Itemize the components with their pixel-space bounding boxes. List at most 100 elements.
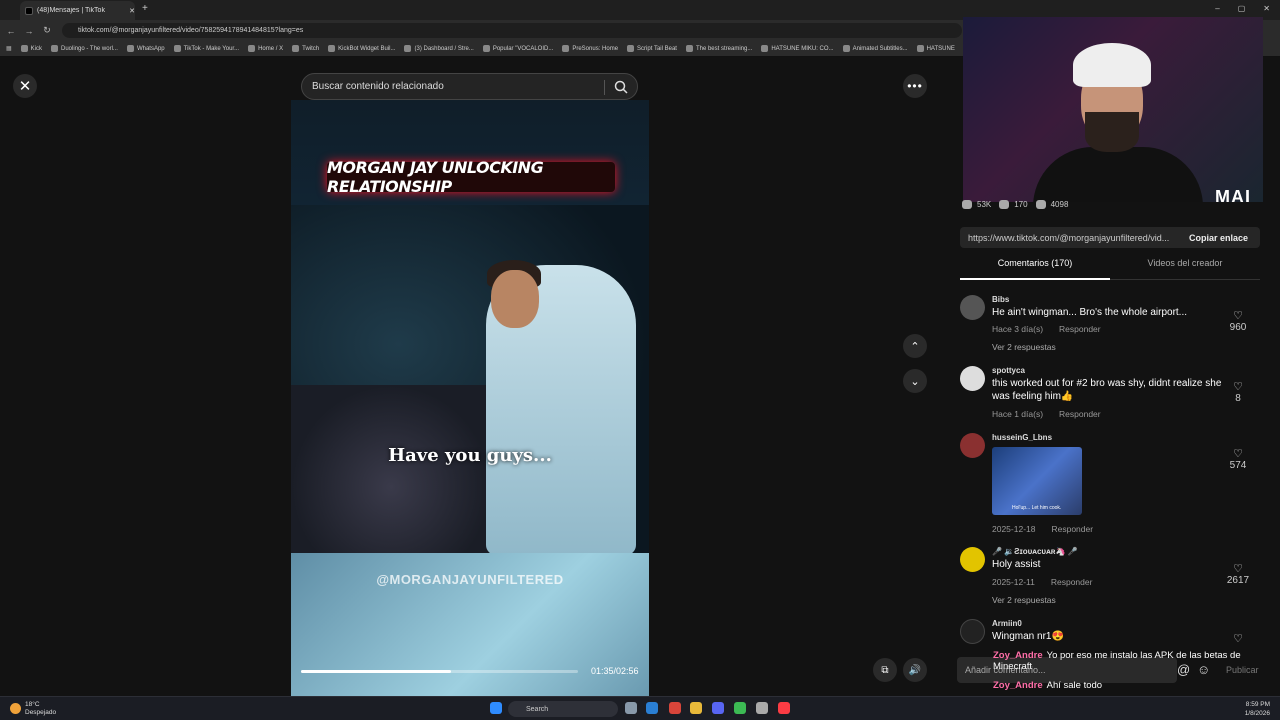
reply-button[interactable]: Responder [1059, 409, 1101, 419]
window-controls: – ▢ ✕ [1215, 4, 1270, 13]
heart-outline-icon: ♡ [1233, 633, 1243, 645]
reply-button[interactable]: Responder [1051, 577, 1093, 587]
taskbar-clock[interactable]: 8:59 PM 1/8/2026 [1245, 700, 1270, 718]
avatar[interactable] [960, 295, 985, 320]
reply-button[interactable]: Responder [1059, 324, 1101, 334]
settings-icon[interactable] [756, 702, 768, 714]
comment-username[interactable]: husseinG_Lbns [992, 433, 1052, 442]
url-field[interactable]: tiktok.com/@morganjayunfiltered/video/75… [62, 23, 962, 38]
sun-icon [10, 703, 21, 714]
comment-like[interactable]: ♡ [1223, 632, 1253, 645]
bookmark-item[interactable]: Popular "VOCALOID... [482, 45, 553, 52]
file-explorer-icon[interactable] [690, 702, 702, 714]
back-icon[interactable]: ← [4, 24, 18, 38]
bookmark-item[interactable]: Kick [20, 45, 43, 52]
avatar[interactable] [960, 366, 985, 391]
related-search-input[interactable]: Buscar contenido relacionado [301, 73, 638, 100]
saves-stat[interactable]: 4098 [1035, 200, 1068, 209]
comment-username[interactable]: 🎤 🔉Ƨɪᴏᴜᴀᴄᴜᴀʀ🦄 🎤 [992, 547, 1078, 556]
comment-like[interactable]: ♡ 8 [1223, 380, 1253, 404]
bookmark-item[interactable]: TikTok - Make Your... [173, 45, 239, 52]
bookmark-item[interactable]: Duolingo - The worl... [51, 45, 118, 52]
comment-gif[interactable]: Hol'up... Let him cook. [992, 447, 1082, 515]
video-progress-bar[interactable] [301, 670, 578, 673]
more-options-button[interactable]: ••• [903, 74, 927, 98]
reload-icon[interactable]: ↻ [40, 24, 54, 38]
chrome-icon[interactable] [734, 702, 746, 714]
pip-icon[interactable]: ⧉ [873, 658, 897, 682]
panel-tabs: Comentarios (170) Videos del creador [960, 258, 1260, 280]
bookmark-icon [627, 45, 635, 52]
taskbar-search[interactable]: Search [508, 701, 618, 717]
bookmark-item[interactable]: WhatsApp [126, 45, 165, 52]
video-progress-fill [301, 670, 451, 673]
comment-item: Bibs He ain't wingman... Bro's the whole… [960, 295, 1265, 355]
tab-close-icon[interactable]: ✕ [129, 7, 135, 15]
browser-tab[interactable]: (48)Mensajes | TikTok ✕ [20, 1, 135, 20]
bookmark-item[interactable]: (3) Dashboard / Stre... [404, 45, 474, 52]
bookmark-item[interactable]: Animated Subtitles... [842, 45, 908, 52]
tiktok-favicon-icon [25, 6, 33, 15]
maximize-icon[interactable]: ▢ [1238, 4, 1246, 13]
volume-icon[interactable]: 🔊 [903, 658, 927, 682]
chat-text: Ahí sale todo [1046, 680, 1103, 691]
bookmark-item[interactable]: The best streaming... [685, 45, 752, 52]
edge-icon[interactable] [646, 702, 658, 714]
reply-button[interactable]: Responder [1051, 524, 1093, 534]
share-link[interactable]: https://www.tiktok.com/@morganjayunfilte… [968, 233, 1169, 243]
bookmark-item[interactable]: Script Tail Beat [627, 45, 677, 52]
tab-creator-videos[interactable]: Videos del creador [1110, 258, 1260, 280]
discord-icon[interactable] [712, 702, 724, 714]
bookmark-icon [482, 45, 490, 52]
view-replies[interactable]: Ver 2 respuestas [992, 595, 1056, 605]
bookmark-item[interactable]: KickBot Widget Buil... [328, 45, 395, 52]
clock-date: 1/8/2026 [1244, 710, 1270, 717]
forward-icon[interactable]: → [22, 24, 36, 38]
comment-username[interactable]: Armiin0 [992, 619, 1022, 628]
apps-icon[interactable]: ▦ [6, 45, 12, 52]
tab-comments[interactable]: Comentarios (170) [960, 258, 1110, 280]
app-icon[interactable] [669, 702, 681, 714]
bookmark-item[interactable]: Twitch [292, 45, 319, 52]
video-time: 01:35/02:56 [591, 666, 639, 676]
windows-start-icon[interactable] [490, 702, 502, 714]
comment-username[interactable]: Bibs [992, 295, 1009, 304]
next-video-button[interactable]: ⌄ [903, 369, 927, 393]
close-window-icon[interactable]: ✕ [1263, 4, 1270, 13]
comment-text: Wingman nr1😍 [992, 631, 1064, 642]
music-icon[interactable] [778, 702, 790, 714]
bookmark-item[interactable]: HATSUNE MIKU: CO... [761, 45, 834, 52]
bookmark-item[interactable]: PreSonus: Home [562, 45, 618, 52]
streamer-cap [1073, 43, 1151, 87]
search-icon[interactable] [614, 80, 628, 94]
video-player[interactable]: MORGAN JAY UNLOCKING RELATIONSHIP Have y… [291, 100, 649, 696]
comment-meta: Hace 1 día(s) Responder [992, 409, 1117, 419]
heart-outline-icon: ♡ [1233, 448, 1243, 460]
bookmark-item[interactable]: HATSUNE [916, 45, 955, 52]
video-stage: ✕ Buscar contenido relacionado ••• MORGA… [0, 57, 950, 696]
bookmark-label: Kick [30, 45, 43, 52]
avatar[interactable] [960, 547, 985, 572]
comment-like[interactable]: ♡ 2617 [1223, 562, 1253, 586]
close-button[interactable]: ✕ [13, 74, 37, 98]
chat-username: Zoy_Andre [993, 650, 1043, 661]
comment-like[interactable]: ♡ 574 [1223, 447, 1253, 471]
new-tab-button[interactable]: + [142, 3, 148, 14]
avatar[interactable] [960, 433, 985, 458]
previous-video-button[interactable]: ⌃ [903, 334, 927, 358]
view-replies[interactable]: Ver 2 respuestas [992, 342, 1056, 352]
comment-username[interactable]: spottyca [992, 366, 1025, 375]
bookmark-label: KickBot Widget Buil... [338, 45, 396, 52]
avatar[interactable] [960, 619, 985, 644]
task-view-icon[interactable] [625, 702, 637, 714]
likes-stat[interactable]: 53K [962, 200, 991, 209]
comment-like[interactable]: ♡ 960 [1223, 309, 1253, 333]
bookmark-label: Animated Subtitles... [852, 45, 908, 52]
comment-text: this worked out for #2 bro was shy, didn… [992, 378, 1222, 402]
comments-stat[interactable]: 170 [999, 200, 1028, 209]
copy-link-button[interactable]: Copiar enlace [1189, 233, 1248, 243]
bookmark-item[interactable]: Home / X [248, 45, 283, 52]
minimize-icon[interactable]: – [1215, 4, 1219, 13]
tab-title: (48)Mensajes | TikTok [37, 7, 105, 14]
comment-date: 2025-12-11 [992, 577, 1035, 587]
